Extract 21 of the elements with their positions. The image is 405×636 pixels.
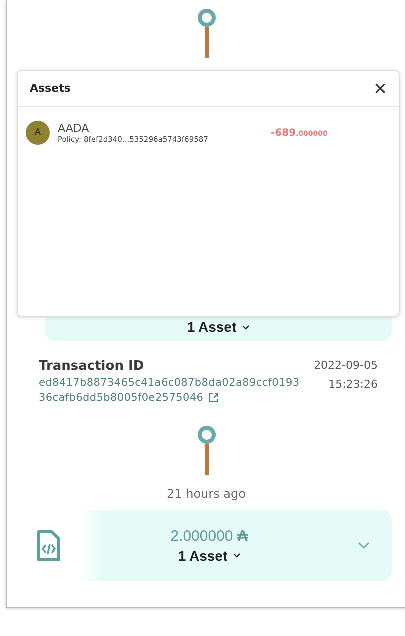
- transaction-id-label: Transaction ID: [39, 359, 146, 374]
- ada-amount: 2.000000 ₳: [170, 528, 248, 544]
- chevron-icon: [358, 542, 370, 550]
- transaction-id: ed8417b8873465c41a6c087b8da02a89ccf0193: [39, 377, 300, 389]
- close-button[interactable]: ×: [374, 78, 387, 100]
- code-file-icon: [37, 530, 61, 562]
- dialog-title: Assets: [30, 82, 71, 95]
- time-ago: 21 hours ago: [167, 487, 246, 501]
- transaction-date: 2022-09-05: [314, 359, 378, 372]
- transaction-time: 15:23:26: [328, 378, 378, 391]
- assets-toggle[interactable]: 1 Asset: [187, 319, 250, 335]
- assets-toggle[interactable]: 1 Asset: [178, 548, 241, 564]
- expand-button[interactable]: [358, 542, 370, 550]
- chevron-icon: [232, 553, 241, 558]
- transaction-id: 36cafb6dd5b8005f0e2575046: [39, 392, 204, 404]
- timeline-node: [198, 426, 216, 444]
- asset-avatar: A: [26, 121, 50, 145]
- timeline-node: [198, 9, 216, 27]
- asset-name: AADA: [58, 122, 90, 135]
- chevron-icon: [242, 324, 250, 330]
- external-link-icon[interactable]: [208, 393, 219, 403]
